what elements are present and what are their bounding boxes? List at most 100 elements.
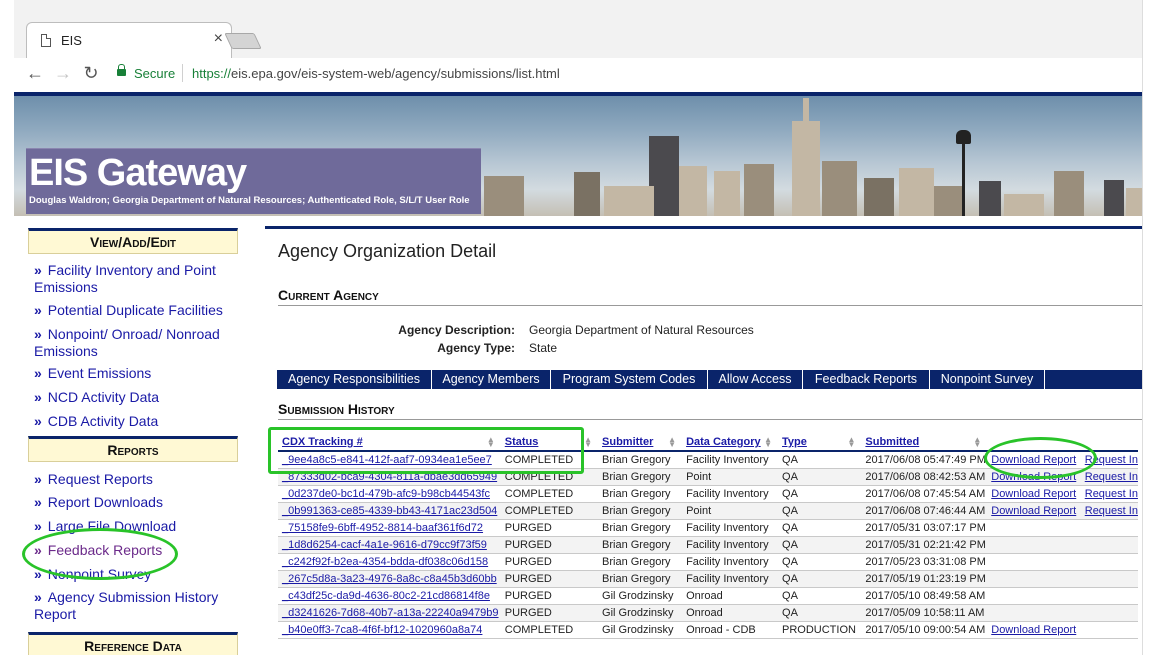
col-header-type[interactable]: Type ▲ ▼ — [778, 434, 862, 452]
cell-data-category: Facility Inventory — [682, 519, 779, 537]
close-icon[interactable]: × — [214, 30, 223, 48]
table-row: _b40e0ff3-7ca8-4f6f-bf12-1020960a8a74 COM… — [278, 621, 1138, 639]
back-icon[interactable]: ← — [24, 63, 46, 84]
skyline-building — [714, 171, 740, 216]
cell-request-report — [1080, 621, 1138, 639]
cell-download-report[interactable]: Download Report — [987, 485, 1081, 503]
cell-submitted: 2017/06/08 07:46:44 AM — [861, 502, 988, 520]
sort-icon[interactable]: ▲ ▼ — [973, 436, 981, 449]
address-bar[interactable]: https://eis.epa.gov/eis-system-web/agenc… — [192, 66, 560, 81]
sort-icon[interactable]: ▲ ▼ — [668, 436, 676, 449]
sort-icon[interactable]: ▲ ▼ — [764, 436, 772, 449]
tab-agency-responsibilities[interactable]: Agency Responsibilities — [277, 370, 432, 389]
cell-submitter: Brian Gregory — [598, 502, 683, 520]
document-icon — [41, 34, 51, 47]
cell-request-report[interactable]: Request In — [1080, 502, 1138, 520]
sort-icon[interactable]: ▲ ▼ — [847, 436, 855, 449]
col-header-submitted[interactable]: Submitted ▲ ▼ — [861, 434, 988, 452]
col-header-label: Submitted — [865, 436, 920, 448]
forward-icon[interactable]: → — [52, 63, 74, 84]
sidebar-item-event-emissions[interactable]: » Event Emissions — [34, 365, 244, 382]
cell-download-report — [987, 519, 1081, 537]
sidebar-item-report-downloads[interactable]: » Report Downloads — [34, 494, 244, 511]
sort-icon[interactable]: ▲ ▼ — [584, 436, 592, 449]
cell-request-report — [1080, 570, 1138, 588]
cell-submitter: Gil Grodzinsky — [598, 587, 683, 605]
sidebar-item-duplicate-facilities[interactable]: » Potential Duplicate Facilities — [34, 302, 244, 319]
sidebar-item-label: CDB Activity Data — [47, 413, 159, 429]
bullet-icon: » — [34, 518, 42, 534]
tab-feedback-reports[interactable]: Feedback Reports — [803, 370, 930, 389]
browser-tab[interactable]: EIS × — [26, 22, 232, 58]
col-header-data-category[interactable]: Data Category ▲ ▼ — [682, 434, 779, 452]
bullet-icon: » — [34, 413, 42, 429]
cell-type: QA — [778, 502, 862, 520]
cell-submitter: Brian Gregory — [598, 536, 683, 554]
cell-download-report[interactable]: Download Report — [987, 621, 1081, 639]
cell-tracking-number[interactable]: _b40e0ff3-7ca8-4f6f-bf12-1020960a8a74 — [278, 621, 501, 639]
cell-request-report — [1080, 553, 1138, 571]
page-title: Agency Organization Detail — [278, 241, 497, 261]
table-row: _267c5d8a-3a23-4976-8a8c-c8a45b3d60bb PUR… — [278, 570, 1138, 588]
cell-tracking-number[interactable]: _75158fe9-6bff-4952-8814-baaf361f6d72 — [278, 519, 501, 537]
site-title: EIS Gateway — [29, 152, 247, 194]
cell-tracking-number[interactable]: _267c5d8a-3a23-4976-8a8c-c8a45b3d60bb — [278, 570, 501, 588]
sidebar-item-facility-inventory[interactable]: » Facility Inventory and Point Emissions — [34, 262, 244, 296]
cell-status: PURGED — [500, 604, 599, 622]
cell-submitter: Brian Gregory — [598, 570, 683, 588]
reload-icon[interactable]: ↻ — [80, 63, 102, 84]
cell-request-report[interactable]: Request In — [1080, 485, 1138, 503]
bullet-icon: » — [34, 326, 42, 342]
skyline-building — [1054, 171, 1084, 216]
cell-submitted: 2017/05/10 08:49:58 AM — [861, 587, 988, 605]
sidebar-item-nonpoint-emissions[interactable]: » Nonpoint/ Onroad/ Nonroad Emissions — [34, 326, 244, 360]
col-header-label: Data Category — [686, 436, 761, 448]
url-divider — [182, 64, 183, 82]
new-tab-button[interactable] — [224, 33, 262, 49]
cell-tracking-number[interactable]: _1d8d6254-cacf-4a1e-9616-d79cc9f73f59 — [278, 536, 501, 554]
cell-tracking-number[interactable]: _c43df25c-da9d-4636-80c2-21cd86814f8e — [278, 587, 501, 605]
cell-data-category: Facility Inventory — [682, 570, 779, 588]
cell-tracking-number[interactable]: _c242f92f-b2ea-4354-bdda-df038c06d158 — [278, 553, 501, 571]
sidebar-item-label: Nonpoint/ Onroad/ Nonroad Emissions — [34, 326, 220, 359]
skyline-building — [864, 178, 894, 216]
bullet-icon: » — [34, 302, 42, 318]
cell-tracking-number[interactable]: _d3241626-7d68-40b7-a13a-22240a9479b9 — [278, 604, 501, 622]
sidebar: View/Add/Edit » Facility Inventory and Po… — [14, 216, 254, 655]
tab-allow-access[interactable]: Allow Access — [708, 370, 803, 389]
cell-submitter: Brian Gregory — [598, 485, 683, 503]
table-row: _1d8d6254-cacf-4a1e-9616-d79cc9f73f59 PUR… — [278, 536, 1138, 554]
table-row: _75158fe9-6bff-4952-8814-baaf361f6d72 PUR… — [278, 519, 1138, 537]
cell-submitted: 2017/05/31 02:21:42 PM — [861, 536, 988, 554]
cell-download-report[interactable]: Download Report — [987, 502, 1081, 520]
sidebar-heading-reports: Reports — [28, 436, 238, 462]
bullet-icon: » — [34, 494, 42, 510]
submission-history-body: _9ee4a8c5-e841-412f-aaf7-0934ea1e5ee7 COM… — [278, 451, 1138, 639]
agency-tab-bar: Agency Responsibilities Agency Members P… — [277, 370, 1142, 389]
tab-agency-members[interactable]: Agency Members — [432, 370, 551, 389]
cell-tracking-number[interactable]: _0d237de0-bc1d-479b-afc9-b98cb44543fc — [278, 485, 501, 503]
sidebar-item-ncd-activity[interactable]: » NCD Activity Data — [34, 389, 244, 406]
sidebar-item-request-reports[interactable]: » Request Reports — [34, 471, 244, 488]
page-edge — [1142, 0, 1156, 655]
tab-nonpoint-survey[interactable]: Nonpoint Survey — [930, 370, 1045, 389]
cell-type: QA — [778, 451, 862, 469]
submission-history-heading: Submission History — [278, 401, 1142, 420]
sidebar-item-cdb-activity[interactable]: » CDB Activity Data — [34, 413, 244, 430]
bullet-icon: » — [34, 262, 42, 278]
street-lamp — [956, 130, 971, 216]
cell-data-category: Point — [682, 502, 779, 520]
tab-program-system-codes[interactable]: Program System Codes — [551, 370, 708, 389]
cell-tracking-number[interactable]: _0b991363-ce85-4339-bb43-4171ac23d504 — [278, 502, 501, 520]
cell-request-report[interactable]: Request In — [1080, 468, 1138, 486]
cell-download-report — [987, 553, 1081, 571]
col-header-submitter[interactable]: Submitter ▲ ▼ — [598, 434, 683, 452]
bullet-icon: » — [34, 471, 42, 487]
skyline-building — [822, 161, 857, 216]
empire-state-spire — [803, 98, 809, 216]
cell-submitter: Brian Gregory — [598, 519, 683, 537]
sidebar-item-submission-history-report[interactable]: » Agency Submission History Report — [34, 589, 244, 623]
cell-data-category: Facility Inventory — [682, 451, 779, 469]
cell-submitted: 2017/06/08 07:45:54 AM — [861, 485, 988, 503]
highlight-download-report — [984, 437, 1097, 479]
